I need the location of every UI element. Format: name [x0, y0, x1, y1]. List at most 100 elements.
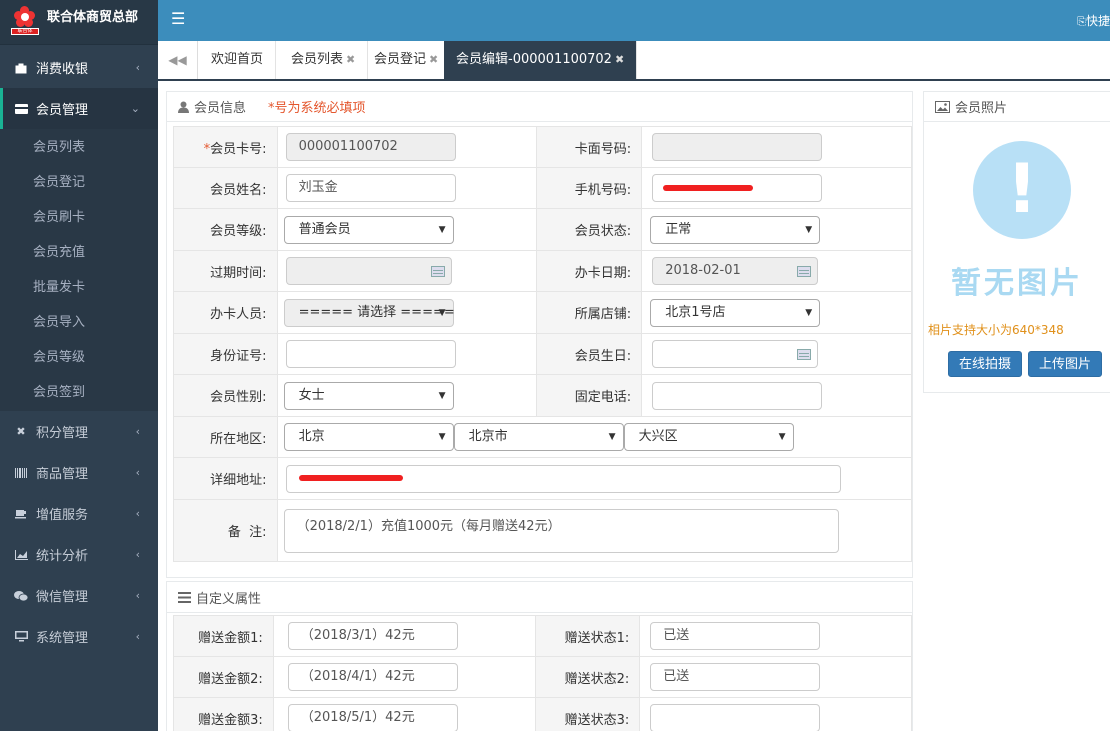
id-no-label: 身份证号:	[173, 333, 278, 375]
name-input[interactable]: 刘玉金	[285, 174, 456, 202]
birthday-label: 会员生日:	[536, 333, 643, 375]
chevron-left-icon: ‹	[135, 425, 140, 438]
no-image-icon: !	[973, 141, 1071, 239]
form-row: 会员性别: 女士 ▼ 固定电话:	[173, 374, 912, 417]
submenu-item-batch-issue[interactable]: 批量发卡	[0, 270, 158, 305]
sidebar-item-label: 会员管理	[36, 103, 89, 118]
name-label: 会员姓名:	[173, 167, 278, 209]
phone-input[interactable]	[652, 381, 823, 410]
staff-select[interactable]: ===== 请选择 ===== ▼	[283, 298, 455, 327]
gift-amount-input[interactable]: （2018/4/1）42元	[287, 663, 458, 691]
sidebar-item-wechat[interactable]: 微信管理 ‹	[0, 575, 158, 616]
form-row: 过期时间: 办卡日期: 2018-02-01	[173, 250, 912, 292]
chevron-left-icon: ‹	[135, 630, 140, 643]
tab-member-edit[interactable]: 会员编辑-000001100702 ✖	[444, 41, 638, 79]
province-select[interactable]: 北京 ▼	[283, 423, 454, 451]
gift-state-label: 赠送状态2:	[534, 656, 641, 698]
expire-date-input[interactable]	[285, 257, 452, 285]
status-select[interactable]: 正常 ▼	[650, 215, 821, 244]
mobile-input[interactable]	[652, 174, 823, 202]
chevron-left-icon: ‹	[135, 466, 140, 479]
menu-icon[interactable]: ☰	[171, 11, 185, 27]
sidebar-item-label: 商品管理	[36, 467, 89, 482]
shortcut-link[interactable]: ⎘快捷	[1077, 12, 1110, 29]
dropdown-arrow-icon: ▼	[438, 224, 446, 235]
logo-strip: 联合体	[11, 28, 39, 35]
bag-icon	[14, 61, 28, 75]
capture-photo-button[interactable]: 在线拍摄	[948, 351, 1022, 377]
sidebar-item-label: 积分管理	[36, 426, 89, 441]
sidebar-item-points[interactable]: ✖ 积分管理 ‹	[0, 411, 158, 452]
tab-member-register[interactable]: 会员登记 ✖	[362, 41, 452, 79]
tab-welcome[interactable]: 欢迎首页	[199, 41, 277, 79]
gift-state-input[interactable]: 已送	[650, 622, 821, 650]
birthday-input[interactable]	[652, 340, 819, 368]
city-select[interactable]: 北京市 ▼	[453, 423, 624, 451]
gift-amount-input[interactable]: （2018/3/1）42元	[287, 622, 458, 650]
sidebar-item-label: 消费收银	[36, 62, 89, 77]
exit-icon: ⎘	[1077, 15, 1086, 28]
close-icon[interactable]: ✖	[615, 53, 624, 66]
open-date-value: 2018-02-01	[665, 263, 741, 278]
store-select[interactable]: 北京1号店 ▼	[650, 298, 821, 327]
gift-amount-input[interactable]: （2018/5/1）42元	[287, 704, 458, 731]
sidebar-item-label: 增值服务	[36, 508, 89, 523]
gift-state-label: 赠送状态3:	[534, 697, 641, 731]
expire-label: 过期时间:	[173, 250, 278, 292]
face-no-input[interactable]	[652, 133, 823, 161]
form-row: 会员姓名: 刘玉金 手机号码:	[173, 167, 912, 209]
submenu-item-member-checkin[interactable]: 会员签到	[0, 375, 158, 410]
phone-label: 固定电话:	[536, 374, 643, 417]
close-icon[interactable]: ✖	[429, 53, 438, 66]
submenu-item-member-list[interactable]: 会员列表	[0, 130, 158, 165]
form-row: *会员卡号: 000001100702 卡面号码:	[173, 126, 912, 168]
card-no-input[interactable]: 000001100702	[285, 133, 456, 161]
calendar-icon[interactable]	[797, 349, 812, 360]
card-no-label: *会员卡号:	[173, 126, 278, 168]
gender-select[interactable]: 女士 ▼	[283, 381, 454, 410]
chevron-down-icon: ⌄	[130, 102, 140, 115]
gift-state-input[interactable]	[650, 704, 821, 731]
wechat-icon	[14, 589, 28, 603]
remark-textarea[interactable]: （2018/2/1）充值1000元（每月赠送42元）	[283, 508, 839, 553]
member-info-header: 会员信息 *号为系统必填项	[167, 92, 912, 122]
tab-label: 会员编辑-000001100702	[456, 52, 612, 67]
tab-member-list[interactable]: 会员列表 ✖	[279, 41, 369, 79]
sidebar-item-products[interactable]: 商品管理 ‹	[0, 452, 158, 493]
custom-attrs-panel: 自定义属性 赠送金额1: （2018/3/1）42元 赠送状态1: 已送 赠送金…	[166, 581, 913, 731]
label-text: 会员卡号:	[210, 141, 267, 157]
sidebar-item-checkout[interactable]: 消费收银 ‹	[0, 47, 158, 88]
dropdown-arrow-icon: ▼	[778, 432, 786, 442]
upload-photo-button[interactable]: 上传图片	[1028, 351, 1102, 377]
points-icon: ✖	[16, 425, 26, 438]
sidebar-item-members[interactable]: 会员管理 ⌄	[0, 88, 158, 129]
submenu-item-member-swipe[interactable]: 会员刷卡	[0, 200, 158, 235]
id-no-input[interactable]	[285, 340, 456, 368]
region-label: 所在地区:	[173, 416, 278, 458]
sidebar-item-value-added[interactable]: 增值服务 ‹	[0, 493, 158, 534]
dropdown-arrow-icon: ▼	[438, 307, 446, 318]
user-icon	[177, 101, 189, 113]
submenu-item-member-register[interactable]: 会员登记	[0, 165, 158, 200]
submenu-item-member-level[interactable]: 会员等级	[0, 340, 158, 375]
sidebar-item-statistics[interactable]: 统计分析 ‹	[0, 534, 158, 575]
brand[interactable]: 联合体 联合体商贸总部	[0, 0, 158, 45]
sidebar-item-system[interactable]: 系统管理 ‹	[0, 616, 158, 657]
submenu-item-member-import[interactable]: 会员导入	[0, 305, 158, 340]
district-select[interactable]: 大兴区 ▼	[623, 423, 794, 451]
gift-state-input[interactable]: 已送	[650, 663, 821, 691]
top-navbar: ☰ ⎘快捷	[158, 0, 1110, 41]
close-icon[interactable]: ✖	[346, 53, 355, 66]
image-icon	[934, 100, 950, 113]
calendar-icon[interactable]	[430, 266, 445, 277]
submenu-item-member-recharge[interactable]: 会员充值	[0, 235, 158, 270]
calendar-icon[interactable]	[797, 266, 812, 277]
tabs-scroll-left-icon[interactable]: ◀◀	[158, 41, 198, 79]
level-select[interactable]: 普通会员 ▼	[283, 215, 454, 244]
address-input[interactable]	[285, 464, 841, 493]
region-selects: 北京 ▼ 北京市 ▼ 大兴区 ▼	[283, 423, 911, 451]
chart-icon	[14, 548, 28, 562]
gender-value: 女士	[298, 387, 325, 403]
chevron-left-icon: ‹	[135, 507, 140, 520]
open-date-input[interactable]: 2018-02-01	[652, 257, 819, 285]
